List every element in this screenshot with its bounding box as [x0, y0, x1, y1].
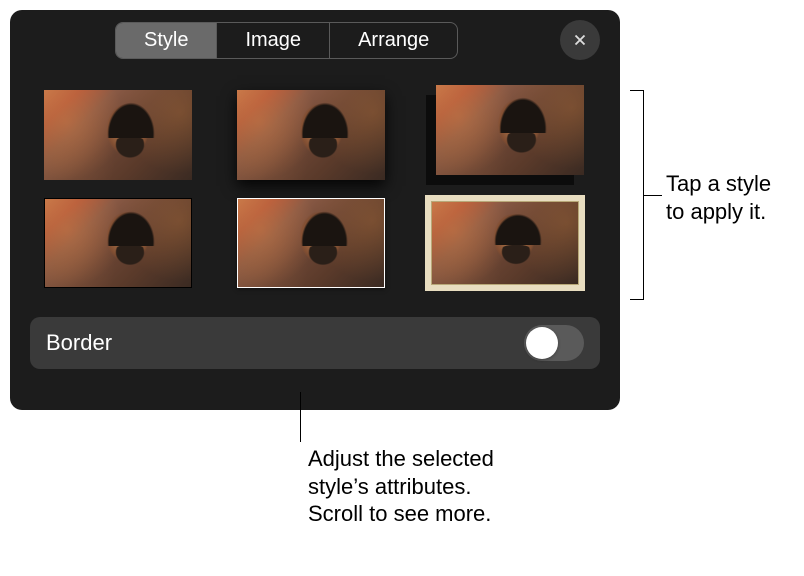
border-label: Border	[46, 330, 112, 356]
border-toggle[interactable]	[524, 325, 584, 361]
border-row: Border	[30, 317, 600, 369]
style-option-white-border[interactable]	[237, 198, 385, 288]
format-panel: Style Image Arrange Borde	[10, 10, 620, 410]
tab-style[interactable]: Style	[116, 23, 216, 58]
toggle-knob	[526, 327, 558, 359]
close-icon	[571, 31, 589, 49]
tab-image[interactable]: Image	[216, 23, 329, 58]
style-option-drop-shadow[interactable]	[237, 90, 385, 180]
close-button[interactable]	[560, 20, 600, 60]
callout-styles-text: Tap a styleto apply it.	[666, 170, 771, 225]
tabs-container: Style Image Arrange	[115, 22, 458, 59]
style-option-offset-shadow[interactable]	[431, 90, 579, 180]
callout-attributes-text: Adjust the selectedstyle’s attributes.Sc…	[308, 445, 494, 528]
tab-bar: Style Image Arrange	[30, 20, 600, 60]
styles-grid	[30, 78, 600, 295]
style-option-photo-frame[interactable]	[425, 195, 585, 291]
style-option-none[interactable]	[44, 90, 192, 180]
tab-arrange[interactable]: Arrange	[329, 23, 457, 58]
style-option-black-border[interactable]	[44, 198, 192, 288]
